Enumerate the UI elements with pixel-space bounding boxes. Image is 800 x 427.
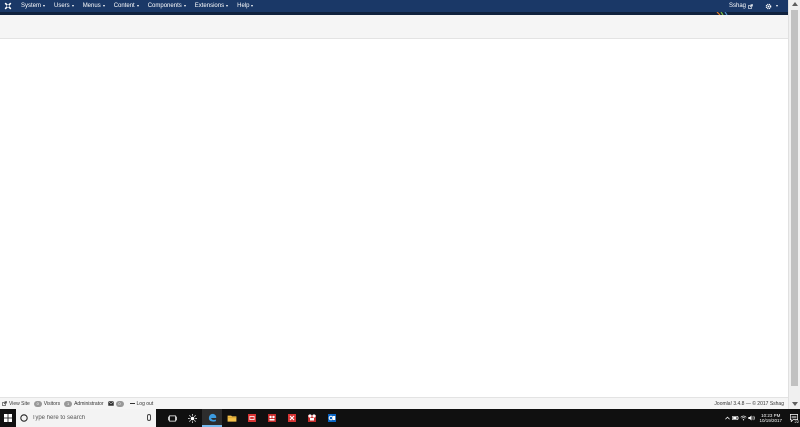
menu-help-label: Help: [237, 3, 250, 9]
battery-button[interactable]: [731, 409, 739, 427]
status-right: Joomla! 3.4.8 — © 2017 Sshag: [714, 401, 784, 407]
volume-button[interactable]: [747, 409, 755, 427]
subhead-toolbar: [0, 15, 788, 39]
main-menu: System Users Menus Content Components Ex…: [21, 3, 262, 9]
menu-content[interactable]: Content: [114, 3, 139, 9]
scroll-up-icon[interactable]: [792, 2, 798, 6]
status-bar: View Site 0 Visitors 1 Administrator 0 L…: [0, 397, 788, 409]
copyright-text: — © 2017 Sshag: [745, 400, 784, 407]
gear-icon: [765, 3, 772, 9]
cortana-button[interactable]: [182, 409, 202, 427]
menu-help[interactable]: Help: [237, 3, 254, 9]
menu-content-label: Content: [113, 3, 135, 9]
joomla-logo-icon[interactable]: [3, 0, 13, 12]
menu-menus-label: Menus: [82, 3, 101, 9]
visitors-status: 0 Visitors: [33, 400, 61, 407]
taskbar-search[interactable]: [16, 409, 156, 427]
caret-down-icon: [226, 5, 229, 7]
chevron-up-icon: [725, 416, 730, 420]
outlook-icon: [328, 414, 336, 422]
windows-taskbar: 10:23 PM 10/19/2017 22: [0, 409, 800, 427]
admins-label: Administrator: [74, 400, 104, 407]
minus-icon: [129, 402, 135, 405]
task-view-icon: [167, 415, 177, 421]
red-app-4-button[interactable]: [302, 409, 322, 427]
file-explorer-icon: [227, 415, 237, 422]
speaker-icon: [748, 415, 755, 421]
scroll-down-icon[interactable]: [792, 402, 798, 406]
red-app-2-button[interactable]: [262, 409, 282, 427]
menu-menus[interactable]: Menus: [83, 3, 105, 9]
view-site-label: View Site: [9, 400, 30, 407]
clock-date: 10/19/2017: [759, 418, 782, 423]
search-input[interactable]: [32, 415, 142, 421]
messages-link[interactable]: 0: [107, 400, 126, 407]
microphone-icon[interactable]: [147, 414, 151, 421]
site-name-label: Sshag: [728, 3, 746, 9]
menu-users-label: Users: [54, 3, 70, 9]
admins-count-badge: 1: [64, 400, 73, 407]
cortana-light-icon: [187, 413, 197, 423]
edge-app-button[interactable]: [202, 409, 222, 427]
visitors-count-badge: 0: [33, 400, 42, 407]
caret-down-icon: [136, 5, 139, 7]
taskbar-clock[interactable]: 10:23 PM 10/19/2017: [759, 413, 782, 424]
battery-icon: [732, 416, 739, 420]
network-button[interactable]: [739, 409, 747, 427]
start-button[interactable]: [0, 409, 16, 427]
vertical-scrollbar[interactable]: [788, 0, 800, 409]
menu-components-label: Components: [147, 3, 182, 9]
logout-label: Log out: [136, 400, 154, 407]
menu-extensions[interactable]: Extensions: [194, 3, 229, 9]
site-name-link[interactable]: Sshag: [729, 3, 753, 9]
show-hidden-icons-button[interactable]: [723, 409, 731, 427]
action-center-button[interactable]: 22: [788, 409, 800, 427]
menu-system[interactable]: System: [21, 3, 46, 9]
menu-extensions-label: Extensions: [194, 3, 225, 9]
caret-down-icon: [251, 5, 254, 7]
logout-link[interactable]: Log out: [129, 400, 154, 407]
admins-status: 1 Administrator: [64, 400, 104, 407]
external-link-icon: [748, 3, 753, 9]
navbar-right: Sshag: [729, 0, 778, 12]
visitors-label: Visitors: [43, 400, 61, 407]
version-text: Joomla! 3.4.8: [714, 400, 745, 407]
red-app-icon: [248, 414, 256, 422]
caret-down-icon: [43, 5, 46, 7]
edge-browser-icon: [208, 413, 216, 422]
menu-system-label: System: [21, 3, 42, 9]
envelope-icon: [107, 401, 114, 406]
view-site-link[interactable]: View Site: [2, 401, 30, 407]
status-left: View Site 0 Visitors 1 Administrator 0 L…: [2, 400, 157, 407]
wifi-icon: [740, 415, 747, 421]
admin-navbar: System Users Menus Content Components Ex…: [0, 0, 788, 12]
menu-components[interactable]: Components: [148, 3, 186, 9]
external-link-icon: [2, 401, 7, 406]
outlook-app-button[interactable]: [322, 409, 342, 427]
system-tray: 10:23 PM 10/19/2017 22: [723, 409, 800, 427]
red-app-button[interactable]: [242, 409, 262, 427]
task-view-button[interactable]: [162, 409, 182, 427]
caret-down-icon: [71, 5, 74, 7]
caret-down-icon: [776, 5, 778, 7]
messages-count-badge: 0: [115, 400, 124, 407]
red-app-3-icon: [288, 414, 296, 422]
caret-down-icon: [183, 5, 186, 7]
caret-down-icon: [102, 5, 105, 7]
cortana-circle-icon: [20, 414, 28, 422]
user-settings-menu[interactable]: [765, 3, 778, 10]
red-app-4-icon: [308, 414, 316, 422]
windows-logo-icon: [4, 414, 12, 422]
notification-count: 22: [794, 419, 799, 424]
scroll-thumb[interactable]: [791, 10, 798, 386]
menu-users[interactable]: Users: [54, 3, 74, 9]
red-app-2-icon: [268, 414, 276, 422]
main-content: [0, 39, 788, 397]
file-explorer-button[interactable]: [222, 409, 242, 427]
red-app-3-button[interactable]: [282, 409, 302, 427]
